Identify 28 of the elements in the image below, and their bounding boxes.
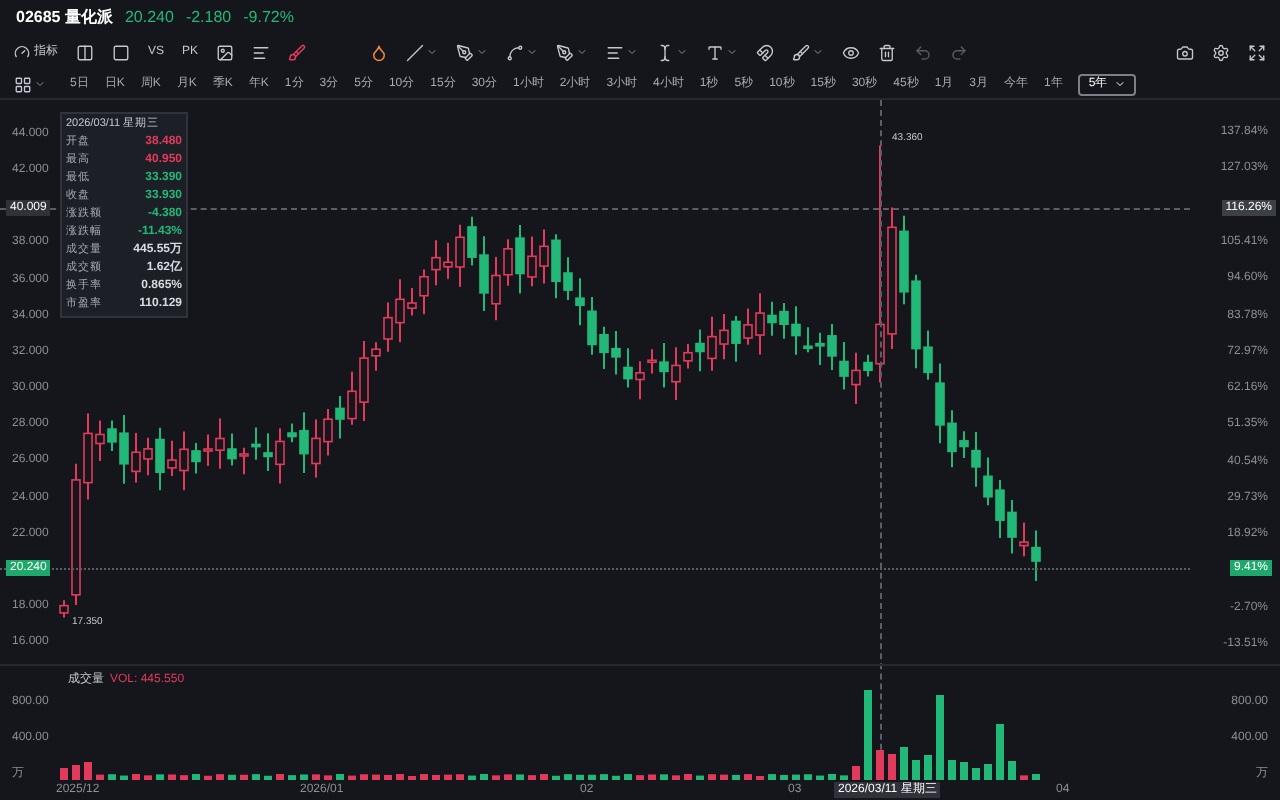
brush-icon[interactable] — [792, 43, 811, 61]
gauge-icon — [14, 44, 30, 60]
curve-icon[interactable] — [506, 43, 525, 61]
camera-icon[interactable] — [1176, 43, 1194, 61]
pen-icon[interactable] — [456, 43, 475, 61]
lines-icon[interactable] — [606, 43, 625, 61]
image-icon[interactable] — [216, 43, 235, 61]
text-cursor-icon[interactable] — [656, 43, 675, 61]
settings-icon[interactable] — [1212, 43, 1230, 61]
align-icon[interactable] — [252, 43, 271, 61]
square-icon[interactable] — [112, 43, 130, 61]
eye-icon[interactable] — [842, 43, 861, 61]
layout-icon[interactable] — [14, 75, 32, 93]
text-icon[interactable] — [706, 43, 725, 61]
line-icon[interactable] — [406, 43, 425, 61]
price: 20.240 — [124, 5, 174, 29]
expand-icon[interactable] — [1248, 43, 1266, 61]
caret-icon — [1113, 78, 1126, 90]
change-percent: -9.72% — [243, 5, 294, 29]
pen-icon[interactable] — [556, 43, 575, 61]
magnet-icon[interactable] — [756, 43, 775, 61]
trash-icon[interactable] — [878, 43, 897, 61]
droplet-icon[interactable] — [370, 43, 389, 61]
undo-icon[interactable] — [914, 43, 933, 61]
stock-title: 02685 量化派 — [16, 5, 113, 29]
redo-icon[interactable] — [950, 43, 969, 61]
price-change: -2.180 — [185, 5, 232, 29]
columns-icon[interactable] — [76, 43, 94, 61]
